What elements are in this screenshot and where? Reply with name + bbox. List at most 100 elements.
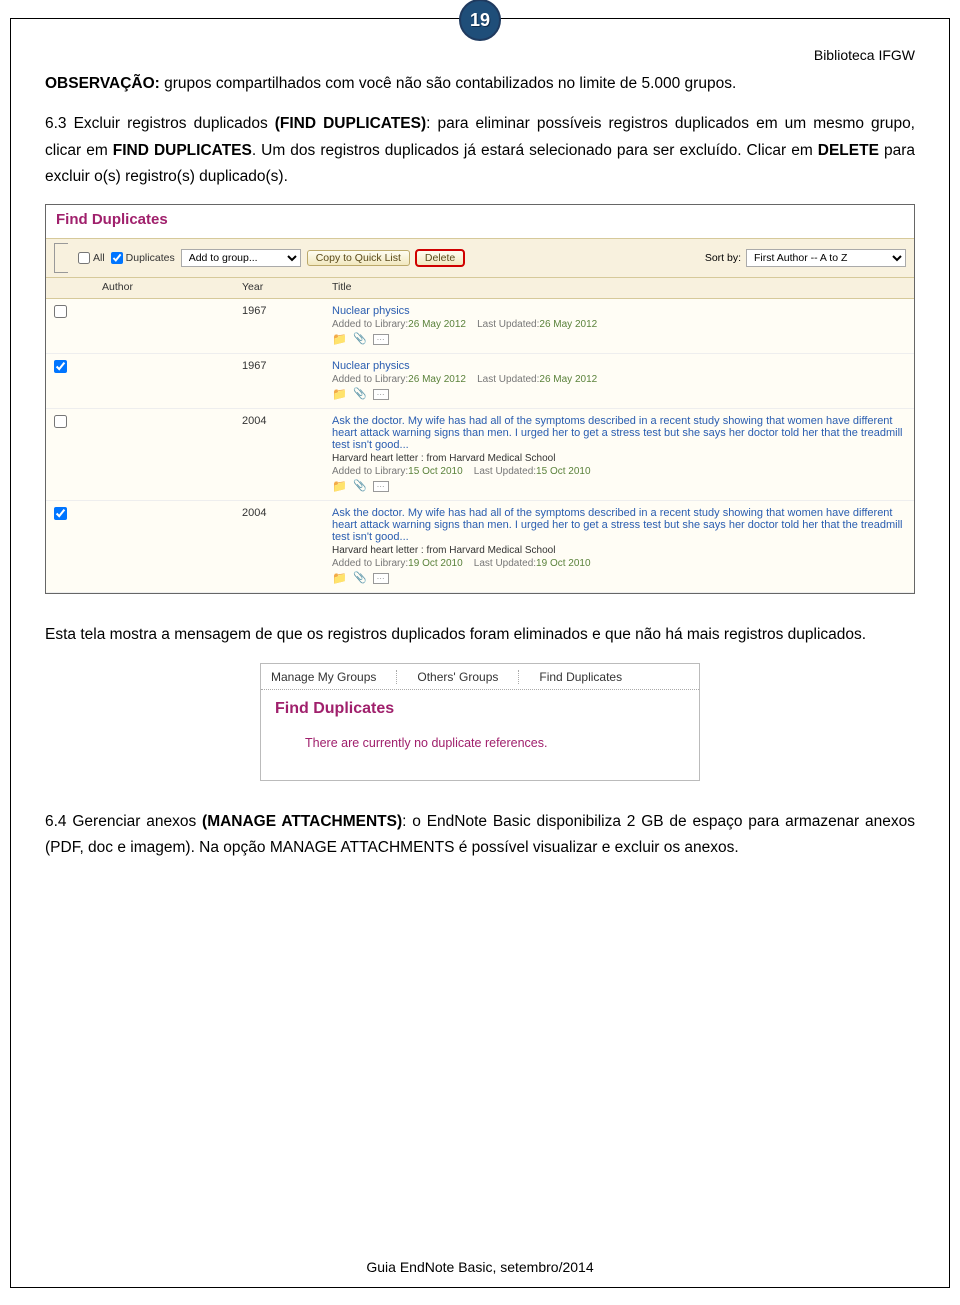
row-author bbox=[102, 415, 242, 492]
manage-attachments-bold: (MANAGE ATTACHMENTS) bbox=[202, 813, 402, 830]
brace-icon bbox=[54, 243, 68, 273]
fd-toolbar: All Duplicates Add to group... Copy to Q… bbox=[46, 238, 914, 278]
row-author bbox=[102, 305, 242, 345]
updated-label: Last Updated: bbox=[474, 558, 536, 569]
updated-date: 19 Oct 2010 bbox=[536, 558, 590, 569]
paragraph-6-4: 6.4 Gerenciar anexos (MANAGE ATTACHMENTS… bbox=[45, 809, 915, 862]
tabs-header: Manage My Groups Others' Groups Find Dup… bbox=[261, 664, 699, 690]
note-icon[interactable]: ⋯ bbox=[373, 481, 389, 492]
find-duplicates-bold2: FIND DUPLICATES bbox=[113, 142, 252, 159]
sec63-num: 6.3 Excluir registros duplicados bbox=[45, 115, 275, 132]
row-meta: Added to Library: 19 Oct 2010 Last Update… bbox=[332, 558, 906, 569]
no-duplicates-panel: Manage My Groups Others' Groups Find Dup… bbox=[260, 663, 700, 781]
sort-by-select[interactable]: First Author -- A to Z bbox=[746, 249, 906, 267]
updated-date: 15 Oct 2010 bbox=[536, 466, 590, 477]
updated-date: 26 May 2012 bbox=[539, 319, 597, 330]
observacao-label: OBSERVAÇÃO: bbox=[45, 75, 160, 92]
table-row: 1967Nuclear physics Added to Library:26 M… bbox=[46, 299, 914, 354]
row-source: Harvard heart letter : from Harvard Medi… bbox=[332, 545, 906, 556]
row-year: 2004 bbox=[242, 507, 332, 584]
row-icons: 📁 📎 ⋯ bbox=[332, 388, 906, 400]
note-icon[interactable]: ⋯ bbox=[373, 573, 389, 584]
folder-icon[interactable]: 📁 bbox=[332, 333, 347, 345]
find-duplicates-panel: Find Duplicates All Duplicates Add to gr… bbox=[45, 204, 915, 594]
row-checkbox[interactable] bbox=[54, 360, 67, 373]
sec63-text2: . Um dos registros duplicados já estará … bbox=[252, 142, 818, 159]
row-body: Ask the doctor. My wife has had all of t… bbox=[332, 415, 906, 492]
sort-by-label: Sort by: bbox=[705, 252, 741, 264]
row-title-link[interactable]: Nuclear physics bbox=[332, 360, 410, 372]
copy-to-quicklist-button[interactable]: Copy to Quick List bbox=[307, 250, 410, 266]
delete-bold: DELETE bbox=[818, 142, 879, 159]
row-meta: Added to Library:26 May 2012 Last Update… bbox=[332, 319, 906, 330]
tab-find-duplicates[interactable]: Find Duplicates bbox=[518, 670, 622, 684]
duplicates-checkbox[interactable] bbox=[111, 252, 123, 264]
note-icon[interactable]: ⋯ bbox=[373, 334, 389, 345]
tab-manage-my-groups[interactable]: Manage My Groups bbox=[271, 670, 376, 684]
row-checkbox[interactable] bbox=[54, 415, 67, 428]
added-date: 26 May 2012 bbox=[408, 319, 466, 330]
paperclip-icon[interactable]: 📎 bbox=[353, 389, 367, 400]
paperclip-icon[interactable]: 📎 bbox=[353, 573, 367, 584]
row-meta: Added to Library:15 Oct 2010 Last Update… bbox=[332, 466, 906, 477]
row-year: 1967 bbox=[242, 305, 332, 345]
row-meta: Added to Library:26 May 2012 Last Update… bbox=[332, 374, 906, 385]
paperclip-icon[interactable]: 📎 bbox=[353, 481, 367, 492]
paragraph-observacao: OBSERVAÇÃO: grupos compartilhados com vo… bbox=[45, 71, 915, 97]
add-to-group-select[interactable]: Add to group... bbox=[181, 249, 301, 267]
table-row: 1967Nuclear physicsAdded to Library:26 M… bbox=[46, 354, 914, 409]
page-number-badge: 19 bbox=[459, 0, 501, 41]
updated-label: Last Updated: bbox=[477, 319, 539, 330]
row-checkbox[interactable] bbox=[54, 305, 67, 318]
added-label: Added to Library: bbox=[332, 466, 408, 477]
col-author[interactable]: Author bbox=[102, 281, 242, 293]
fd-rows-container: 1967Nuclear physicsAdded to Library:26 M… bbox=[46, 299, 914, 593]
folder-icon[interactable]: 📁 bbox=[332, 388, 347, 400]
page-frame: 19 Biblioteca IFGW OBSERVAÇÃO: grupos co… bbox=[10, 18, 950, 1288]
tab-others-groups[interactable]: Others' Groups bbox=[396, 670, 498, 684]
duplicates-checkbox-label[interactable]: Duplicates bbox=[111, 252, 175, 264]
added-date: 26 May 2012 bbox=[408, 374, 466, 385]
page-footer: Guia EndNote Basic, setembro/2014 bbox=[11, 1259, 949, 1275]
folder-icon[interactable]: 📁 bbox=[332, 480, 347, 492]
row-author bbox=[102, 507, 242, 584]
delete-button[interactable]: Delete bbox=[416, 250, 464, 266]
sec64-num: 6.4 Gerenciar anexos bbox=[45, 813, 202, 830]
row-icons: 📁 📎 ⋯ bbox=[332, 572, 906, 584]
row-checkbox[interactable] bbox=[54, 507, 67, 520]
all-checkbox[interactable] bbox=[78, 252, 90, 264]
folder-icon[interactable]: 📁 bbox=[332, 572, 347, 584]
row-source: Harvard heart letter : from Harvard Medi… bbox=[332, 453, 906, 464]
observacao-text: grupos compartilhados com você não são c… bbox=[160, 75, 736, 92]
row-author bbox=[102, 360, 242, 400]
sort-container: Sort by: First Author -- A to Z bbox=[705, 249, 906, 267]
row-title-link[interactable]: Nuclear physics bbox=[332, 305, 410, 317]
note-icon[interactable]: ⋯ bbox=[373, 389, 389, 400]
fd-column-headers: Author Year Title bbox=[46, 278, 914, 299]
added-date: 15 Oct 2010 bbox=[408, 466, 462, 477]
row-title-link[interactable]: Ask the doctor. My wife has had all of t… bbox=[332, 415, 902, 451]
row-year: 2004 bbox=[242, 415, 332, 492]
duplicates-label: Duplicates bbox=[126, 252, 175, 264]
added-label: Added to Library: bbox=[332, 374, 408, 385]
row-year: 1967 bbox=[242, 360, 332, 400]
row-title-link[interactable]: Ask the doctor. My wife has had all of t… bbox=[332, 507, 902, 543]
row-body: Ask the doctor. My wife has had all of t… bbox=[332, 507, 906, 584]
fd-title-2: Find Duplicates bbox=[261, 690, 699, 732]
table-row: 2004Ask the doctor. My wife has had all … bbox=[46, 409, 914, 501]
updated-label: Last Updated: bbox=[477, 374, 539, 385]
col-title[interactable]: Title bbox=[332, 281, 906, 293]
no-duplicates-message: There are currently no duplicate referen… bbox=[261, 732, 699, 780]
row-icons: 📁 📎 ⋯ bbox=[332, 480, 906, 492]
find-duplicates-bold1: (FIND DUPLICATES) bbox=[275, 115, 426, 132]
added-label: Added to Library: bbox=[332, 558, 408, 569]
paperclip-icon[interactable]: 📎 bbox=[353, 334, 367, 345]
all-label: All bbox=[93, 252, 105, 264]
row-icons: 📁 📎 ⋯ bbox=[332, 333, 906, 345]
col-year[interactable]: Year bbox=[242, 281, 332, 293]
updated-date: 26 May 2012 bbox=[539, 374, 597, 385]
all-checkbox-label[interactable]: All bbox=[78, 252, 105, 264]
paragraph-6-3: 6.3 Excluir registros duplicados (FIND D… bbox=[45, 111, 915, 190]
row-body: Nuclear physics Added to Library:26 May 2… bbox=[332, 305, 906, 345]
updated-label: Last Updated: bbox=[474, 466, 536, 477]
